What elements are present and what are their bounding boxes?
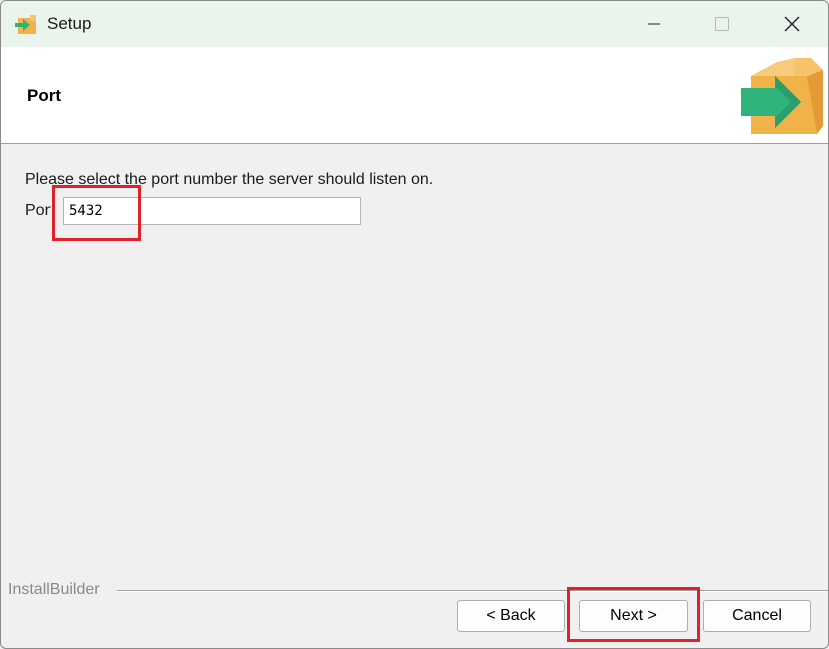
minimize-icon	[648, 23, 660, 25]
close-icon	[784, 16, 800, 32]
window-title: Setup	[47, 14, 92, 33]
instruction-text: Please select the port number the server…	[25, 171, 434, 188]
back-button[interactable]: < Back	[457, 600, 565, 632]
port-label: Port	[25, 202, 51, 219]
page-title: Port	[27, 86, 61, 105]
cancel-button[interactable]: Cancel	[703, 600, 811, 632]
installer-box-icon	[15, 15, 36, 34]
footer-divider	[117, 590, 828, 592]
title-bar[interactable]: Setup	[1, 1, 828, 47]
content-area: Please select the port number the server…	[1, 144, 828, 584]
minimize-button[interactable]	[619, 1, 689, 47]
installbuilder-label: InstallBuilder	[8, 581, 100, 598]
maximize-button[interactable]	[687, 1, 757, 47]
maximize-icon	[715, 17, 729, 31]
installer-box-logo	[741, 58, 823, 134]
close-button[interactable]	[757, 1, 827, 47]
setup-window: Setup Port Please select the port number…	[0, 0, 829, 649]
port-input[interactable]	[63, 197, 361, 225]
next-button[interactable]: Next >	[579, 600, 688, 632]
page-header: Port	[1, 47, 828, 144]
